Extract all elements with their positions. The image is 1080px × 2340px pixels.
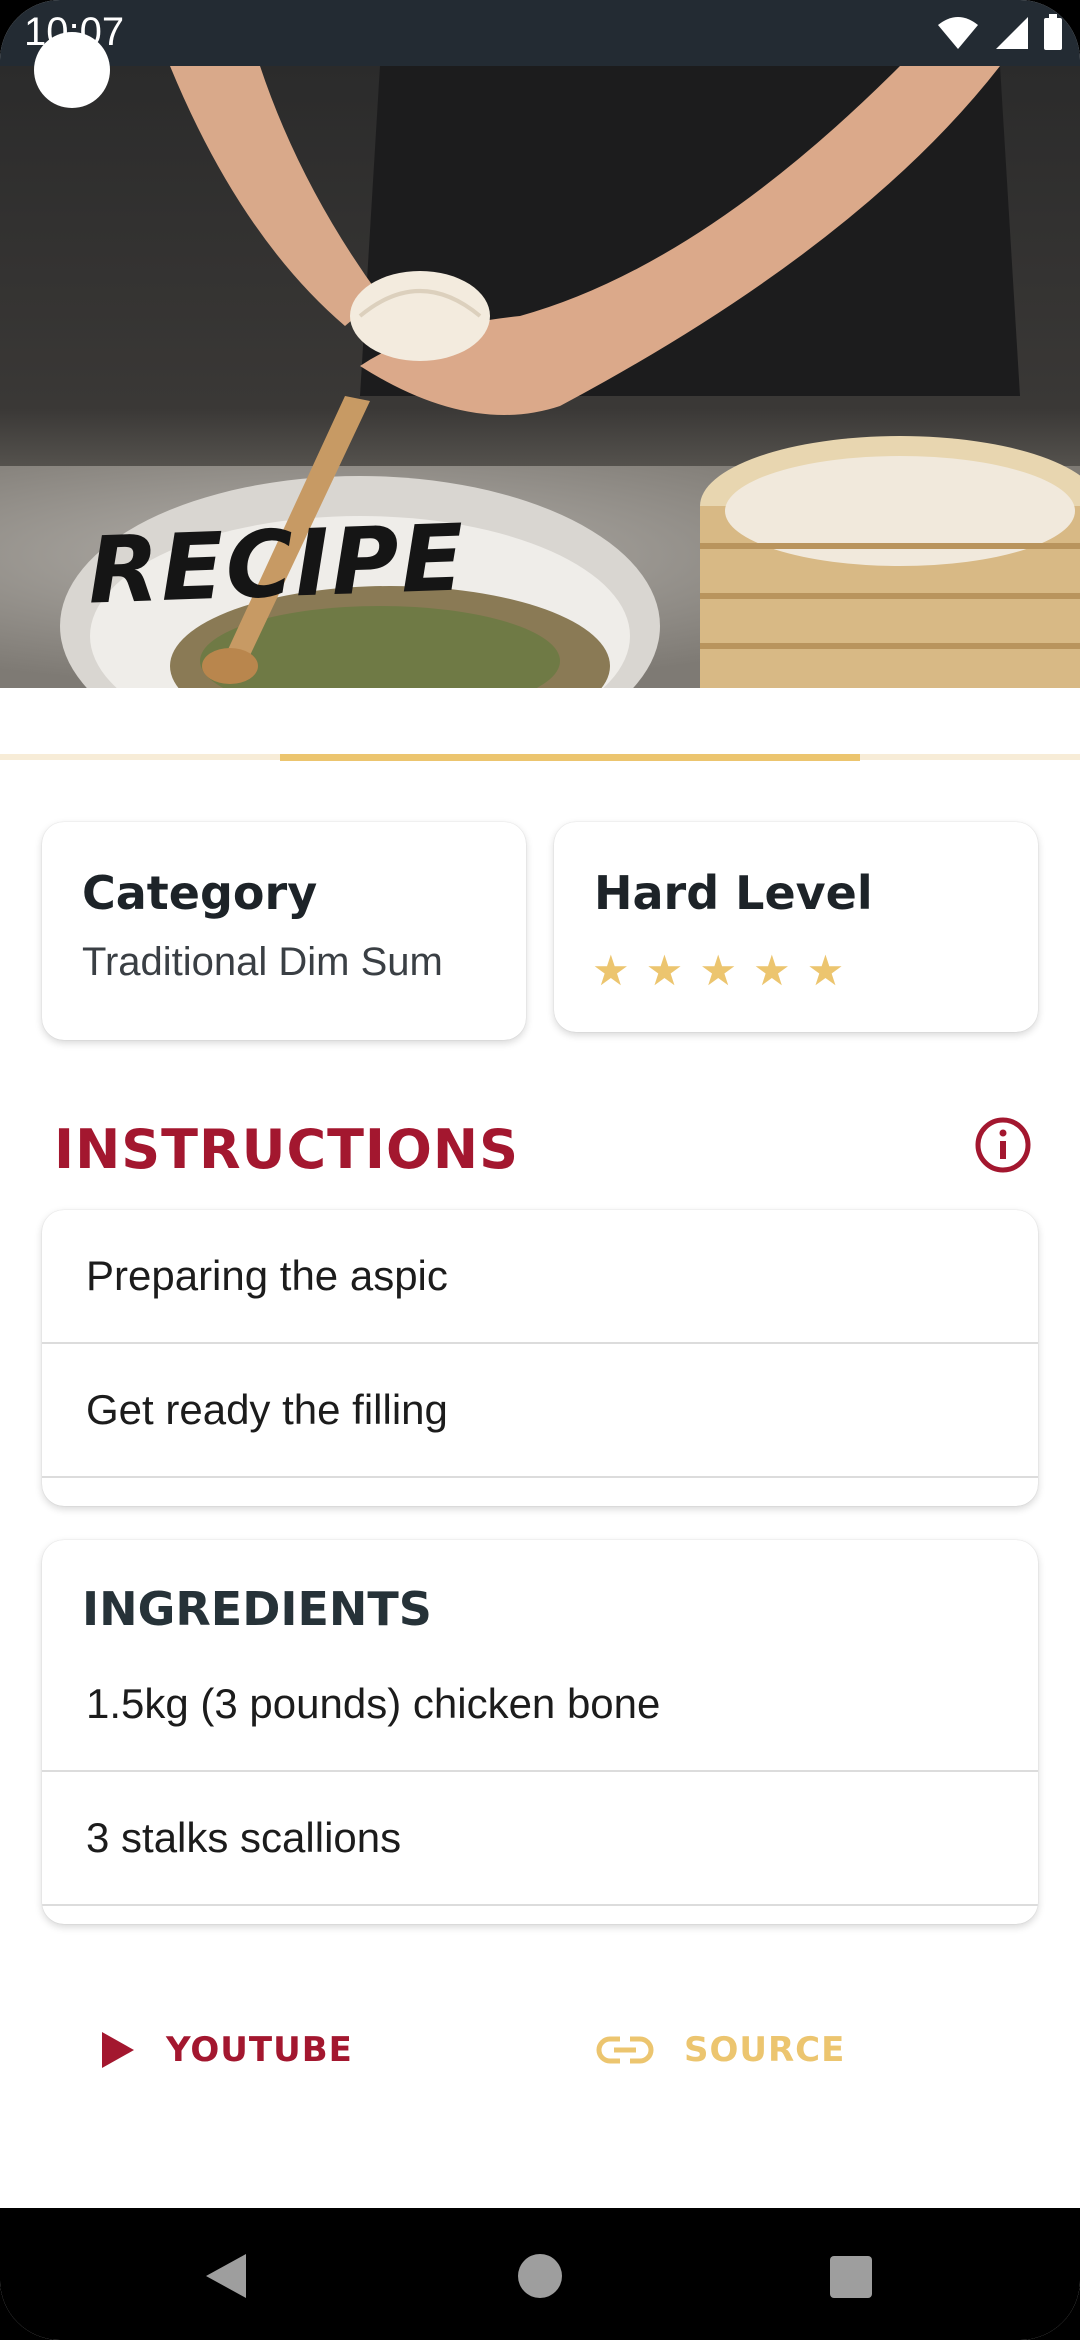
- list-item[interactable]: Preparing the aspic: [42, 1210, 1038, 1344]
- tab-indicator[interactable]: [280, 754, 860, 761]
- app-screen: 10:07: [0, 0, 1080, 2340]
- link-icon: [596, 2036, 654, 2064]
- status-bar: 10:07: [0, 0, 1080, 66]
- category-value: Traditional Dim Sum: [82, 940, 443, 984]
- play-icon: [102, 2032, 134, 2068]
- status-icons: [936, 14, 1064, 52]
- instruction-text: Preparing the aspic: [86, 1252, 448, 1299]
- signal-icon: [996, 17, 1028, 49]
- star-icon: ★: [752, 947, 791, 994]
- difficulty-title: Hard Level: [594, 866, 873, 920]
- star-icon: ★: [645, 947, 684, 994]
- camera-cutout: [34, 32, 110, 108]
- instructions-header: INSTRUCTIONS: [54, 1118, 519, 1181]
- battery-icon: [1044, 14, 1062, 50]
- youtube-label: YOUTUBE: [166, 2030, 353, 2070]
- star-icon: ★: [806, 947, 845, 994]
- ingredient-text: 1.5kg (3 pounds) chicken bone: [86, 1680, 661, 1727]
- instructions-list: Preparing the aspic Get ready the fillin…: [42, 1210, 1038, 1506]
- back-icon[interactable]: [204, 2252, 248, 2300]
- category-card: Category Traditional Dim Sum: [42, 822, 526, 1040]
- source-button[interactable]: SOURCE: [596, 2030, 845, 2070]
- source-label: SOURCE: [684, 2030, 846, 2070]
- info-icon[interactable]: [974, 1116, 1032, 1174]
- ingredients-header: INGREDIENTS: [82, 1582, 432, 1636]
- hero-image: RECIPE: [0, 66, 1080, 688]
- star-icon: ★: [592, 947, 630, 994]
- hero-title: RECIPE: [86, 504, 468, 625]
- wifi-icon: [938, 17, 978, 49]
- instruction-text: Get ready the filling: [86, 1386, 448, 1433]
- list-item[interactable]: Get ready the filling: [42, 1344, 1038, 1478]
- ingredients-card: INGREDIENTS 1.5kg (3 pounds) chicken bon…: [42, 1540, 1038, 1924]
- star-icon: ★: [699, 947, 737, 994]
- list-item: 3 stalks scallions: [42, 1772, 1038, 1906]
- difficulty-stars: ★ ★ ★ ★ ★: [592, 950, 844, 992]
- difficulty-card: Hard Level ★ ★ ★ ★ ★: [554, 822, 1038, 1032]
- home-icon[interactable]: [518, 2254, 562, 2298]
- navigation-bar: [0, 2208, 1080, 2340]
- list-item: 1.5kg (3 pounds) chicken bone: [42, 1638, 1038, 1772]
- recents-icon[interactable]: [830, 2256, 872, 2298]
- category-title: Category: [82, 866, 318, 920]
- youtube-button[interactable]: YOUTUBE: [100, 2030, 353, 2070]
- ingredient-text: 3 stalks scallions: [86, 1814, 402, 1861]
